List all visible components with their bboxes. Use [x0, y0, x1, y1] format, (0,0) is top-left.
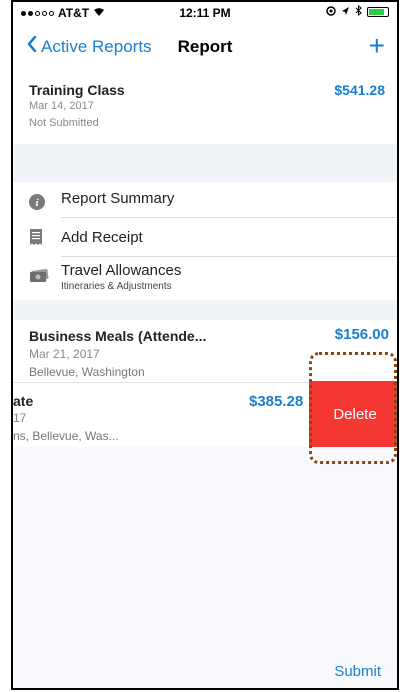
report-status: Not Submitted	[29, 117, 99, 129]
page-title: Report	[177, 37, 233, 56]
menu-item-label: Report Summary	[61, 190, 175, 207]
report-amount: $541.28	[334, 82, 385, 98]
section-spacer	[13, 144, 397, 182]
add-button[interactable]: +	[369, 30, 385, 62]
expense-name: ate	[13, 393, 34, 409]
expense-date: 17	[13, 411, 27, 425]
phone-screen: AT&T 12:11 PM Active Reports Report + Tr…	[11, 0, 399, 690]
expense-date: Mar 21, 2017	[29, 347, 100, 361]
money-icon	[29, 268, 49, 285]
highlight-annotation	[309, 352, 397, 464]
expense-amount: $385.28	[249, 393, 304, 410]
menu-item-sublabel: Itineraries & Adjustments	[61, 281, 172, 292]
menu-item-label: Travel Allowances	[61, 262, 182, 279]
location-icon	[326, 5, 336, 19]
expense-name: Business Meals (Attende...	[29, 328, 207, 344]
battery-icon	[367, 7, 389, 17]
status-right	[326, 4, 389, 19]
navigation-bar: Active Reports Report +	[13, 28, 397, 68]
report-header[interactable]: Training Class Mar 14, 2017 Not Submitte…	[13, 78, 397, 144]
section-spacer	[13, 300, 397, 320]
menu-item-report-summary[interactable]: i Report Summary	[13, 182, 397, 221]
info-icon: i	[29, 194, 45, 210]
bluetooth-icon	[355, 4, 362, 19]
expense-location: ns, Bellevue, Was...	[13, 429, 119, 443]
status-bar: AT&T 12:11 PM	[13, 2, 397, 24]
receipt-icon	[29, 228, 45, 245]
submit-button[interactable]: Submit	[334, 663, 381, 680]
report-date: Mar 14, 2017	[29, 100, 94, 112]
menu-item-label: Add Receipt	[61, 229, 143, 246]
menu-item-add-receipt[interactable]: Add Receipt	[13, 218, 397, 257]
menu-item-travel-allowances[interactable]: Travel Allowances Itineraries & Adjustme…	[13, 257, 397, 300]
expense-amount: $156.00	[334, 326, 389, 343]
navigation-arrow-icon	[341, 5, 350, 19]
expense-location: Bellevue, Washington	[29, 365, 145, 379]
report-menu: i Report Summary Add Receipt Travel Allo…	[13, 182, 397, 300]
report-name: Training Class	[29, 82, 125, 98]
